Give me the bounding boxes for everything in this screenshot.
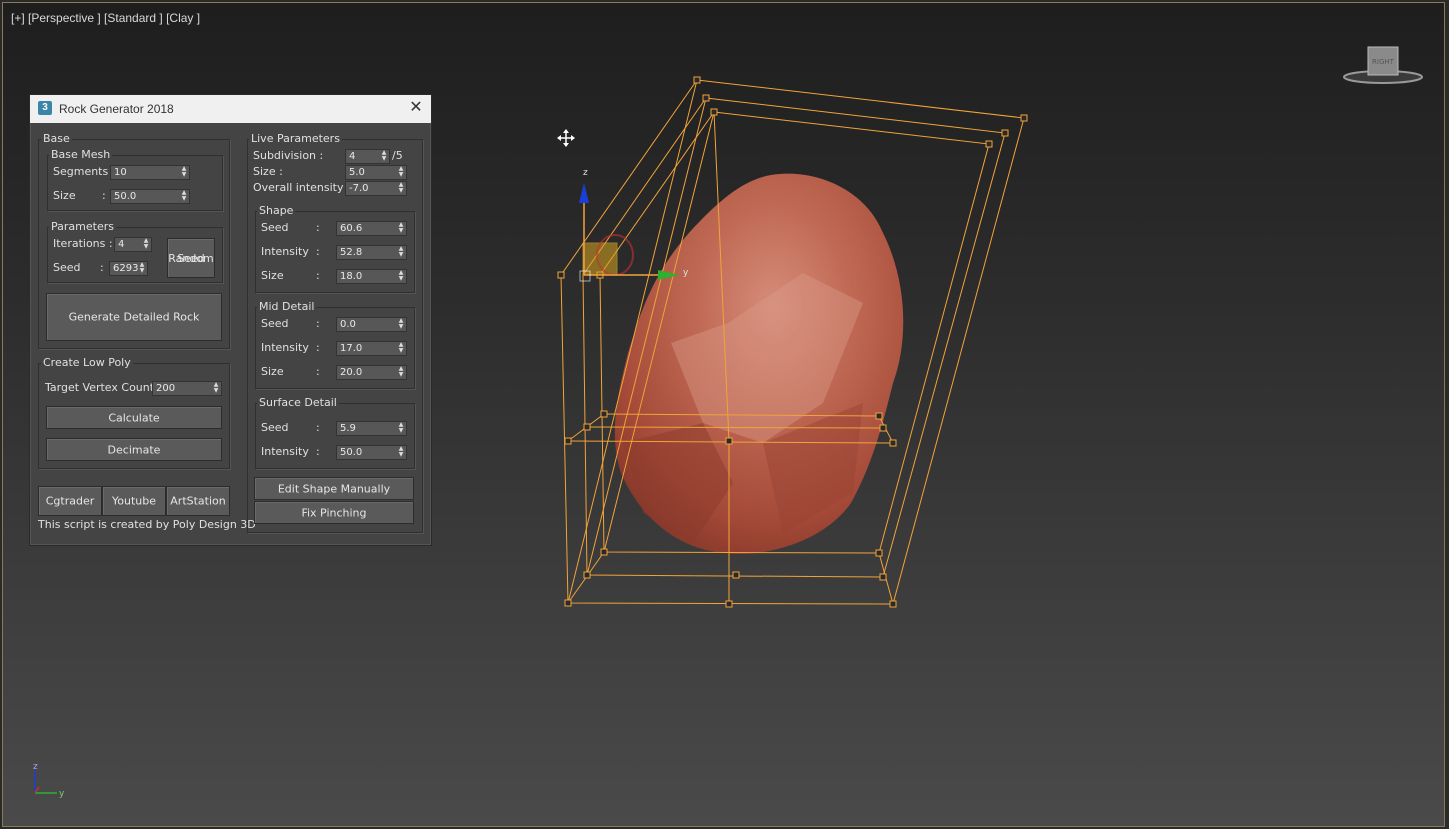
credit-text: This script is created by Poly Design 3D	[38, 518, 256, 531]
viewcube[interactable]: RIGHT	[1342, 43, 1424, 87]
cgtrader-button[interactable]: Cgtrader	[38, 486, 102, 516]
spinner-arrows-icon[interactable]: ▲ ▼	[397, 166, 405, 179]
subdivision-max: /5	[392, 149, 403, 162]
gizmo-y-label: y	[683, 268, 689, 278]
shape-seed-spinner[interactable]: 60.6 ▲ ▼	[336, 221, 407, 236]
mid-seed-label: Seed	[261, 317, 289, 330]
size-spinner[interactable]: 50.0 ▲ ▼	[110, 189, 190, 204]
random-seed-line2: Seed	[177, 251, 205, 265]
move-cursor-icon	[557, 129, 575, 147]
shape-seed-label: Seed	[261, 221, 289, 234]
segments-label: Segments :	[53, 165, 116, 178]
shape-size-colon: :	[316, 269, 320, 282]
decimate-button[interactable]: Decimate	[46, 438, 222, 461]
low-poly-title: Create Low Poly	[41, 356, 133, 369]
spinner-arrows-icon[interactable]: ▲ ▼	[397, 422, 405, 435]
spinner-arrows-icon[interactable]: ▲ ▼	[397, 246, 405, 259]
seed-label: Seed	[53, 261, 81, 274]
gizmo-z-label: z	[583, 168, 588, 178]
spinner-arrows-icon[interactable]: ▲ ▼	[397, 342, 405, 355]
shape-seed-colon: :	[316, 221, 320, 234]
shape-intensity-spinner[interactable]: 52.8 ▲ ▼	[336, 245, 407, 260]
surface-seed-colon: :	[316, 421, 320, 434]
mid-intensity-colon: :	[316, 341, 320, 354]
mid-size-spinner[interactable]: 20.0 ▲ ▼	[336, 365, 407, 380]
surface-seed-spinner[interactable]: 5.9 ▲ ▼	[336, 421, 407, 436]
gizmo-plane-handle[interactable]	[582, 242, 618, 276]
tripod-z-label: z	[33, 762, 38, 772]
shape-intensity-label: Intensity	[261, 245, 309, 258]
parameters-title: Parameters	[49, 220, 116, 233]
target-vertex-spinner[interactable]: 200 ▲ ▼	[152, 381, 222, 396]
random-seed-button[interactable]: Random Seed	[167, 238, 215, 278]
surface-intensity-colon: :	[316, 445, 320, 458]
subdivision-spinner[interactable]: 4 ▲ ▼	[345, 149, 390, 164]
mid-size-colon: :	[316, 365, 320, 378]
tripod-y-label: y	[59, 789, 65, 799]
overall-intensity-label: Overall intensity :	[253, 181, 351, 194]
mid-size-label: Size	[261, 365, 284, 378]
spinner-arrows-icon[interactable]: ▲ ▼	[397, 318, 405, 331]
rock-generator-dialog[interactable]: 3 Rock Generator 2018 ✕ Base Base Mesh S…	[29, 94, 432, 546]
segments-spinner[interactable]: 10 ▲ ▼	[110, 165, 190, 180]
fix-pinching-button[interactable]: Fix Pinching	[254, 501, 414, 524]
base-group-title: Base	[41, 132, 72, 145]
surface-seed-label: Seed	[261, 421, 289, 434]
surface-intensity-label: Intensity	[261, 445, 309, 458]
size-label: Size	[53, 189, 76, 202]
seed-colon: :	[100, 261, 104, 274]
edit-shape-manually-button[interactable]: Edit Shape Manually	[254, 477, 414, 500]
shape-size-label: Size	[261, 269, 284, 282]
mid-detail-title: Mid Detail	[257, 300, 317, 313]
mid-intensity-spinner[interactable]: 17.0 ▲ ▼	[336, 341, 407, 356]
app-icon: 3	[38, 101, 52, 115]
mid-seed-colon: :	[316, 317, 320, 330]
spinner-arrows-icon[interactable]: ▲ ▼	[397, 182, 405, 195]
close-icon[interactable]: ✕	[407, 98, 425, 118]
surface-detail-title: Surface Detail	[257, 396, 339, 409]
spinner-arrows-icon[interactable]: ▲ ▼	[212, 382, 220, 395]
subdivision-label: Subdivision :	[253, 149, 324, 162]
mid-intensity-label: Intensity	[261, 341, 309, 354]
spinner-arrows-icon[interactable]: ▲ ▼	[138, 262, 146, 275]
gizmo-z-arrow[interactable]	[579, 183, 589, 203]
shape-title: Shape	[257, 204, 296, 217]
iterations-spinner[interactable]: 4 ▲ ▼	[114, 237, 152, 252]
live-size-label: Size :	[253, 165, 283, 178]
live-parameters-title: Live Parameters	[249, 132, 342, 145]
size-colon: :	[102, 189, 106, 202]
artstation-button[interactable]: ArtStation	[166, 486, 230, 516]
world-axis-tripod: z y	[33, 762, 65, 799]
generate-detailed-rock-button[interactable]: Generate Detailed Rock	[46, 293, 222, 341]
spinner-arrows-icon[interactable]: ▲ ▼	[397, 366, 405, 379]
mid-seed-spinner[interactable]: 0.0 ▲ ▼	[336, 317, 407, 332]
viewcube-label: RIGHT	[1372, 58, 1395, 66]
target-vertex-label: Target Vertex Count	[45, 381, 155, 394]
calculate-button[interactable]: Calculate	[46, 406, 222, 429]
live-size-spinner[interactable]: 5.0 ▲ ▼	[345, 165, 407, 180]
seed-spinner[interactable]: 6293 ▲ ▼	[109, 261, 148, 276]
base-mesh-title: Base Mesh	[49, 148, 113, 161]
dialog-titlebar[interactable]: 3 Rock Generator 2018 ✕	[30, 95, 431, 123]
spinner-arrows-icon[interactable]: ▲ ▼	[397, 270, 405, 283]
rock-mesh[interactable]	[614, 173, 904, 554]
spinner-arrows-icon[interactable]: ▲ ▼	[142, 238, 150, 251]
shape-intensity-colon: :	[316, 245, 320, 258]
shape-size-spinner[interactable]: 18.0 ▲ ▼	[336, 269, 407, 284]
youtube-button[interactable]: Youtube	[102, 486, 166, 516]
dialog-title: Rock Generator 2018	[59, 102, 174, 116]
iterations-label: Iterations :	[53, 237, 113, 250]
spinner-arrows-icon[interactable]: ▲ ▼	[180, 166, 188, 179]
surface-intensity-spinner[interactable]: 50.0 ▲ ▼	[336, 445, 407, 460]
overall-intensity-spinner[interactable]: -7.0 ▲ ▼	[345, 181, 407, 196]
spinner-arrows-icon[interactable]: ▲ ▼	[397, 446, 405, 459]
spinner-arrows-icon[interactable]: ▲ ▼	[397, 222, 405, 235]
spinner-arrows-icon[interactable]: ▲ ▼	[180, 190, 188, 203]
spinner-arrows-icon[interactable]: ▲ ▼	[380, 150, 388, 163]
